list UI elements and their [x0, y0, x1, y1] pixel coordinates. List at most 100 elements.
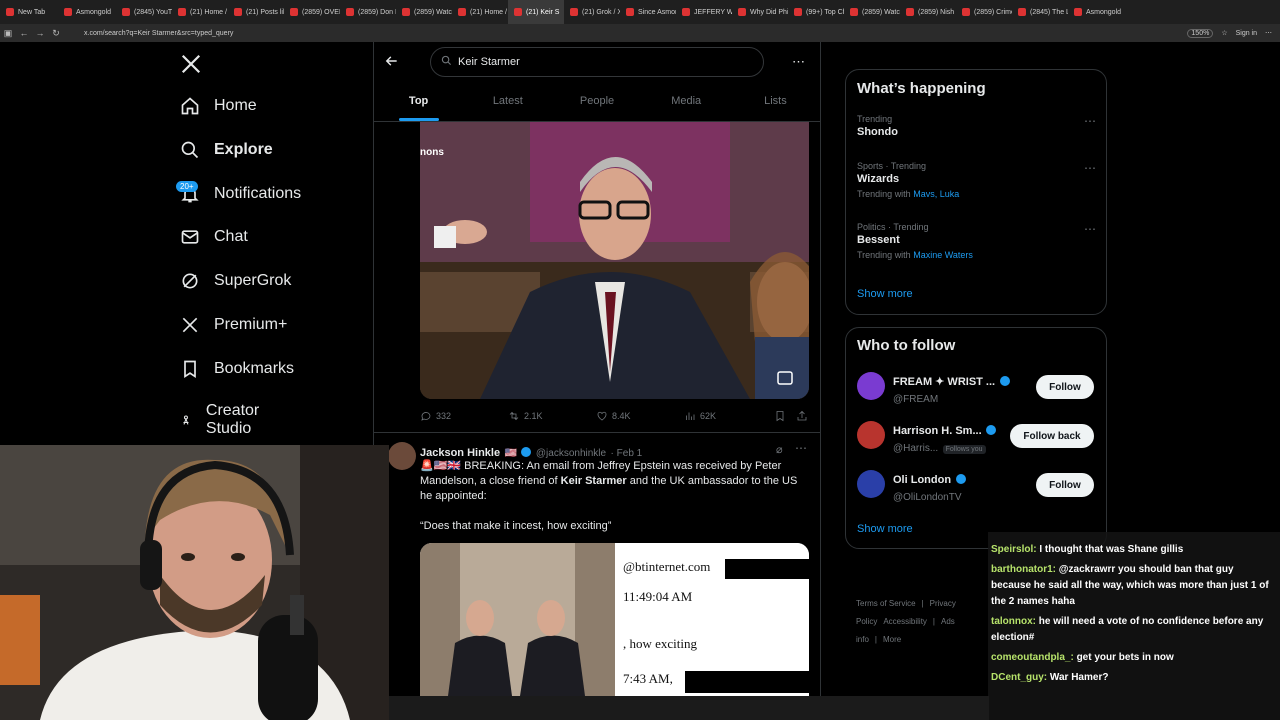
tweet-media-photo[interactable]: @btinternet.com 11:49:04 AM , how exciti…: [420, 543, 809, 696]
browser-tab[interactable]: (2859) Don I.: [340, 0, 396, 24]
nav-item-chat[interactable]: Chat: [180, 227, 248, 247]
follow-button[interactable]: Follow back: [1010, 424, 1094, 448]
tab-favicon-icon: [346, 8, 354, 16]
nav-item-supergrok[interactable]: SuperGrok: [180, 271, 291, 291]
back-icon[interactable]: ←: [16, 28, 32, 38]
avatar[interactable]: [857, 470, 885, 498]
browser-tab[interactable]: (2845) The L: [1012, 0, 1068, 24]
bookmark-button[interactable]: [774, 410, 796, 422]
trending-with-topics[interactable]: Mavs, Luka: [913, 189, 959, 199]
browser-tab[interactable]: Why Did Phi: [732, 0, 788, 24]
verified-icon: [955, 474, 966, 484]
more-options-icon[interactable]: ⋯: [1084, 114, 1097, 128]
trending-with-topics[interactable]: Maxine Waters: [913, 250, 973, 260]
nav-item-notifications[interactable]: Notifications: [180, 184, 301, 204]
trend-item[interactable]: Politics · Trending Bessent Trending with …: [857, 222, 1097, 260]
x-logo-icon[interactable]: [180, 53, 202, 80]
avatar[interactable]: [857, 372, 885, 400]
verified-icon: [986, 425, 997, 435]
more-options-icon[interactable]: ⋯: [792, 54, 805, 70]
sign-in-button[interactable]: Sign in: [1236, 30, 1257, 37]
browser-tab[interactable]: (2859) Nish: [900, 0, 956, 24]
browser-tab-bar: New Tab Asmongold (2845) YouTu (21) Home / (…: [0, 0, 1280, 24]
browser-tab[interactable]: (21) Keir S: [508, 0, 564, 24]
browser-tab[interactable]: (2859) Watch: [844, 0, 900, 24]
tab-label: (21) Home /: [190, 8, 227, 16]
sidebar-toggle-icon[interactable]: ▣: [0, 28, 16, 39]
chat-text: War Hamer?: [1049, 672, 1109, 683]
show-more-link[interactable]: Show more: [857, 523, 913, 535]
tab-media[interactable]: Media: [642, 88, 731, 121]
nav-item-creator-studio[interactable]: Creator Studio: [180, 402, 267, 438]
forward-icon[interactable]: →: [32, 28, 48, 38]
nav-item-explore[interactable]: Explore: [180, 140, 273, 160]
tab-favicon-icon: [906, 8, 914, 16]
footer-link[interactable]: More: [883, 635, 901, 644]
browser-tab[interactable]: (21) Home /: [172, 0, 228, 24]
url-field[interactable]: x.com/search?q=Keir Starmer&src=typed_qu…: [84, 30, 233, 37]
browser-tab[interactable]: (2859) Watch: [396, 0, 452, 24]
repost-button[interactable]: 2.1K: [508, 410, 596, 422]
back-arrow-icon[interactable]: [385, 54, 399, 73]
trend-item[interactable]: Sports · Trending Wizards Trending with Ma…: [857, 161, 1097, 199]
reply-button[interactable]: 332: [420, 410, 508, 422]
nav-item-label: SuperGrok: [214, 272, 292, 289]
follow-suggestion[interactable]: Harrison H. Sm... @Harris... Follows you…: [857, 419, 1097, 454]
menu-icon[interactable]: ⋯: [1265, 29, 1272, 37]
more-options-icon[interactable]: ⋯: [1084, 222, 1097, 236]
browser-tab[interactable]: Asmongold: [1068, 0, 1128, 24]
zoom-level[interactable]: 150%: [1187, 28, 1214, 38]
search-input[interactable]: Keir Starmer: [430, 47, 764, 77]
footer-link[interactable]: Terms of Service: [856, 599, 916, 608]
browser-tab[interactable]: JEFFERY WI: [676, 0, 732, 24]
chat-message: Speirslol: I thought that was Shane gill…: [991, 542, 1274, 558]
browser-tab[interactable]: (21) Posts lik: [228, 0, 284, 24]
views-button[interactable]: 62K: [684, 410, 774, 422]
trend-item[interactable]: Trending Shondo ⋯: [857, 114, 1097, 138]
tab-lists[interactable]: Lists: [731, 88, 820, 121]
media-caption-fragment: nons: [420, 147, 444, 158]
trend-name: Bessent: [857, 234, 900, 246]
tweet-media-photo[interactable]: nons: [420, 122, 809, 399]
browser-tab[interactable]: (2845) YouTu: [116, 0, 172, 24]
show-more-link[interactable]: Show more: [857, 288, 913, 300]
author-name[interactable]: Jackson Hinkle: [420, 447, 500, 459]
like-button[interactable]: 8.4K: [596, 410, 684, 422]
chat-message: comeoutandpla_: get your bets in now: [991, 650, 1274, 666]
reply-count: 332: [436, 411, 452, 421]
browser-tab[interactable]: (99+) Top Ch: [788, 0, 844, 24]
browser-tab[interactable]: New Tab: [0, 0, 58, 24]
browser-tab[interactable]: (21) Home /: [452, 0, 508, 24]
nav-item-premium[interactable]: Premium+: [180, 315, 287, 335]
nav-item-label: Chat: [214, 228, 248, 245]
tweet-date[interactable]: · Feb 1: [611, 448, 643, 459]
tab-label: (21) Home /: [470, 8, 507, 16]
avatar[interactable]: [857, 421, 885, 449]
follow-button[interactable]: Follow: [1036, 375, 1094, 399]
divider: [374, 432, 820, 433]
nav-item-bookmarks[interactable]: Bookmarks: [180, 359, 294, 379]
star-icon[interactable]: ☆: [1221, 29, 1227, 37]
browser-tab[interactable]: (2859) OVERF: [284, 0, 340, 24]
follow-suggestion[interactable]: FREAM ✦ WRIST ... @FREAM Follow: [857, 370, 1097, 405]
browser-tab[interactable]: Since Asmon: [620, 0, 676, 24]
account-name: Harrison H. Sm...: [893, 425, 982, 437]
browser-tab[interactable]: (2859) Crime: [956, 0, 1012, 24]
avatar[interactable]: [388, 442, 416, 470]
more-options-icon[interactable]: ⋯: [1084, 161, 1097, 175]
home-icon: [181, 97, 199, 115]
follow-button[interactable]: Follow: [1036, 473, 1094, 497]
footer-link[interactable]: Accessibility: [883, 617, 927, 626]
browser-tab[interactable]: (21) Grok / X: [564, 0, 620, 24]
reload-icon[interactable]: ↻: [48, 28, 64, 39]
tab-people[interactable]: People: [552, 88, 641, 121]
follow-suggestion[interactable]: Oli London @OliLondonTV Follow: [857, 468, 1097, 503]
more-options-icon[interactable]: ⋯: [795, 441, 808, 455]
tab-top[interactable]: Top: [374, 88, 463, 121]
author-handle[interactable]: @jacksonhinkle: [536, 448, 606, 459]
share-button[interactable]: [796, 410, 808, 422]
tab-latest[interactable]: Latest: [463, 88, 552, 121]
browser-tab[interactable]: Asmongold: [58, 0, 116, 24]
grok-icon[interactable]: ⌀: [776, 443, 783, 456]
nav-item-home[interactable]: Home: [180, 96, 257, 116]
